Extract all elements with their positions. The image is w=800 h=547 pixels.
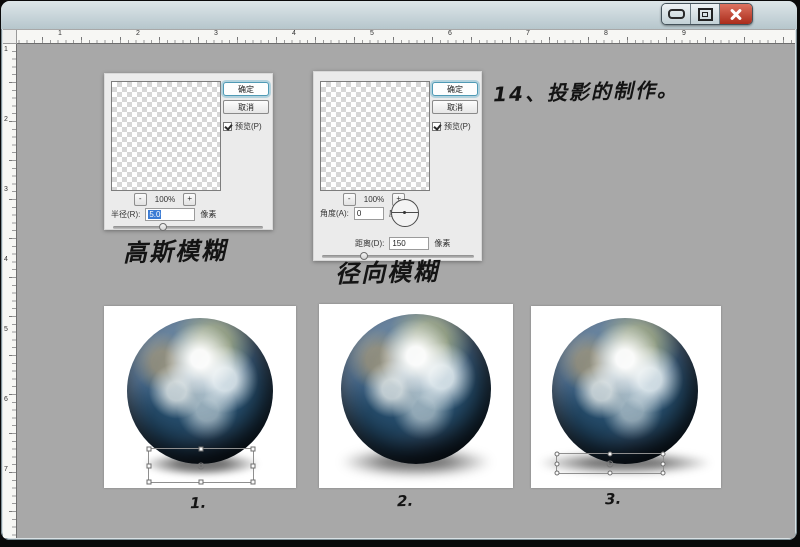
close-icon bbox=[729, 7, 743, 21]
cancel-button[interactable]: 取消 bbox=[223, 100, 269, 114]
radius-unit: 像素 bbox=[200, 209, 216, 220]
selection-handle[interactable] bbox=[199, 447, 204, 452]
gaussian-blur-caption: 高斯模糊 bbox=[123, 231, 228, 269]
radius-value: 5.0 bbox=[148, 210, 161, 219]
selection-center-mark bbox=[198, 462, 205, 469]
minimize-icon bbox=[668, 9, 685, 19]
ruler-tick-label: 5 bbox=[4, 326, 8, 333]
selection-handle[interactable] bbox=[608, 471, 613, 476]
ruler-tick-label: 5 bbox=[370, 30, 374, 37]
zoom-out-button[interactable]: - bbox=[134, 193, 147, 206]
earth-example-panel-3 bbox=[531, 306, 721, 488]
radius-slider-thumb[interactable] bbox=[159, 223, 167, 231]
selection-handle[interactable] bbox=[661, 452, 666, 457]
preview-checkbox[interactable] bbox=[223, 122, 232, 131]
ruler-horizontal: 1 2 3 4 5 6 7 8 9 bbox=[3, 30, 795, 44]
preview-checkbox-label: 预览(P) bbox=[235, 121, 262, 132]
zoom-out-button[interactable]: - bbox=[343, 193, 356, 206]
selection-handle[interactable] bbox=[608, 452, 613, 457]
angle-value: 0 bbox=[357, 209, 361, 218]
ruler-tick-label: 4 bbox=[4, 256, 8, 263]
ruler-tick-label: 7 bbox=[4, 466, 8, 473]
selection-handle[interactable] bbox=[555, 452, 560, 457]
preview-checkbox[interactable] bbox=[432, 122, 441, 131]
maximize-icon bbox=[698, 8, 713, 21]
shadow-transform-selection[interactable] bbox=[148, 448, 254, 483]
zoom-level: 100% bbox=[155, 195, 175, 204]
selection-handle[interactable] bbox=[555, 461, 560, 466]
ruler-tick-label: 2 bbox=[4, 116, 8, 123]
radius-slider[interactable] bbox=[113, 226, 263, 229]
maximize-button[interactable] bbox=[691, 4, 720, 24]
earth-globe-image bbox=[552, 318, 698, 464]
close-button[interactable] bbox=[720, 4, 752, 24]
angle-input[interactable]: 0 bbox=[354, 207, 384, 220]
selection-handle[interactable] bbox=[147, 447, 152, 452]
document-area: 1 2 3 4 5 6 7 8 9 1 2 3 4 5 6 7 确定 取消 预览(P) - 100% + bbox=[3, 29, 795, 538]
earth-example-panel-2 bbox=[319, 304, 513, 488]
panel-number-3: 3. bbox=[605, 490, 622, 508]
shadow-transform-selection[interactable] bbox=[556, 453, 664, 474]
selection-center-mark bbox=[607, 460, 614, 467]
selection-handle[interactable] bbox=[661, 461, 666, 466]
zoom-in-button[interactable]: + bbox=[183, 193, 196, 206]
ok-button[interactable]: 确定 bbox=[432, 82, 478, 96]
earth-example-panel-1 bbox=[104, 306, 296, 488]
distance-value: 150 bbox=[392, 239, 405, 248]
selection-handle[interactable] bbox=[147, 463, 152, 468]
ruler-tick-label: 4 bbox=[292, 30, 296, 37]
ruler-corner bbox=[3, 30, 17, 44]
earth-globe-image bbox=[341, 314, 491, 464]
selection-handle[interactable] bbox=[251, 447, 256, 452]
minimize-button[interactable] bbox=[662, 4, 691, 24]
ruler-tick-label: 1 bbox=[4, 46, 8, 53]
selection-handle[interactable] bbox=[199, 480, 204, 485]
panel-number-2: 2. bbox=[397, 492, 414, 510]
blur-preview-pane[interactable] bbox=[320, 81, 430, 191]
selection-handle[interactable] bbox=[251, 463, 256, 468]
zoom-level: 100% bbox=[364, 195, 384, 204]
selection-handle[interactable] bbox=[147, 480, 152, 485]
preview-checkbox-label: 预览(P) bbox=[444, 121, 471, 132]
radial-blur-caption: 径向模糊 bbox=[335, 252, 440, 290]
window-controls bbox=[661, 3, 753, 25]
ruler-tick-label: 2 bbox=[136, 30, 140, 37]
motion-blur-dialog: 确定 取消 预览(P) - 100% + 角度(A): 0 bbox=[313, 71, 482, 261]
blur-preview-pane[interactable] bbox=[111, 81, 221, 191]
screenshot-root: 1 2 3 4 5 6 7 8 9 1 2 3 4 5 6 7 确定 取消 预览(P) - 100% + bbox=[0, 0, 800, 547]
selection-handle[interactable] bbox=[555, 471, 560, 476]
window-titlebar[interactable] bbox=[1, 1, 797, 29]
selection-handle[interactable] bbox=[251, 480, 256, 485]
ruler-tick-label: 6 bbox=[4, 396, 8, 403]
gaussian-blur-dialog: 确定 取消 预览(P) - 100% + 半径(R): 5.0 bbox=[104, 73, 273, 230]
radius-label: 半径(R): bbox=[111, 209, 140, 220]
angle-dial[interactable] bbox=[391, 199, 419, 227]
ruler-tick-label: 7 bbox=[526, 30, 530, 37]
handwritten-note: 14、投影的制作。 bbox=[493, 74, 680, 108]
ruler-tick-label: 9 bbox=[682, 30, 686, 37]
distance-label: 距离(D): bbox=[355, 238, 384, 249]
ruler-tick-label: 6 bbox=[448, 30, 452, 37]
ruler-tick-label: 8 bbox=[604, 30, 608, 37]
cancel-button[interactable]: 取消 bbox=[432, 100, 478, 114]
selection-handle[interactable] bbox=[661, 471, 666, 476]
distance-unit: 像素 bbox=[434, 238, 450, 249]
ruler-vertical: 1 2 3 4 5 6 7 bbox=[3, 43, 17, 538]
ok-button[interactable]: 确定 bbox=[223, 82, 269, 96]
earth-globe-image bbox=[127, 318, 273, 464]
angle-dial-center bbox=[403, 211, 406, 214]
radius-input[interactable]: 5.0 bbox=[145, 208, 195, 221]
ruler-tick-label: 3 bbox=[4, 186, 8, 193]
panel-number-1: 1. bbox=[190, 494, 207, 512]
ruler-tick-label: 3 bbox=[214, 30, 218, 37]
ruler-tick-label: 1 bbox=[58, 30, 62, 37]
app-window: 1 2 3 4 5 6 7 8 9 1 2 3 4 5 6 7 确定 取消 预览(P) - 100% + bbox=[1, 1, 797, 540]
distance-input[interactable]: 150 bbox=[389, 237, 429, 250]
angle-label: 角度(A): bbox=[320, 208, 349, 219]
